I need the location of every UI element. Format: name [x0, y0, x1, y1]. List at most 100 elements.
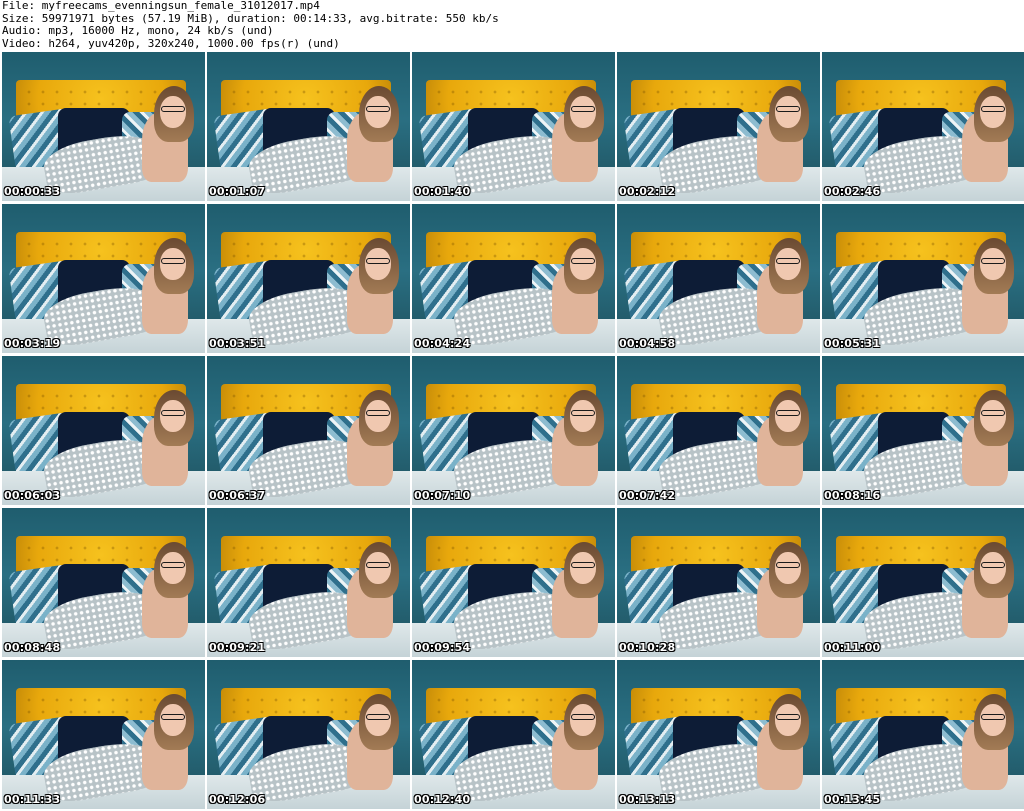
video-thumbnail: 00:06:03 [2, 356, 205, 505]
thumbnail-face [980, 96, 1006, 128]
video-thumbnail: 00:10:28 [617, 508, 820, 657]
video-thumbnail: 00:05:31 [822, 204, 1024, 353]
thumbnail-timestamp: 00:12:40 [414, 793, 471, 806]
video-thumbnail: 00:03:51 [207, 204, 410, 353]
thumbnail-glasses [161, 106, 185, 112]
thumbnail-face [980, 400, 1006, 432]
thumbnail-glasses [571, 258, 595, 264]
thumbnail-timestamp: 00:06:37 [209, 489, 266, 502]
thumbnail-face [365, 704, 391, 736]
thumbnail-timestamp: 00:13:45 [824, 793, 881, 806]
thumbnail-face [775, 704, 801, 736]
thumbnail-timestamp: 00:07:10 [414, 489, 471, 502]
video-thumbnail: 00:04:58 [617, 204, 820, 353]
thumbnail-grid: 00:00:33 00:01:07 00:01:40 00:02:12 00:02:46… [0, 52, 1024, 809]
thumbnail-glasses [776, 714, 800, 720]
thumbnail-glasses [981, 714, 1005, 720]
thumbnail-timestamp: 00:11:33 [4, 793, 61, 806]
thumbnail-glasses [161, 410, 185, 416]
thumbnail-glasses [366, 410, 390, 416]
thumbnail-glasses [366, 258, 390, 264]
thumbnail-glasses [981, 410, 1005, 416]
thumbnail-glasses [776, 562, 800, 568]
thumbnail-glasses [981, 106, 1005, 112]
thumbnail-face [160, 552, 186, 584]
thumbnail-timestamp: 00:00:33 [4, 185, 61, 198]
video-thumbnail: 00:04:24 [412, 204, 615, 353]
video-thumbnail: 00:01:07 [207, 52, 410, 201]
thumbnail-timestamp: 00:02:46 [824, 185, 881, 198]
thumbnail-timestamp: 00:05:31 [824, 337, 881, 350]
thumbnail-face [775, 96, 801, 128]
thumbnail-face [365, 96, 391, 128]
video-thumbnail: 00:00:33 [2, 52, 205, 201]
thumbnail-timestamp: 00:03:19 [4, 337, 61, 350]
thumbnail-glasses [161, 562, 185, 568]
thumbnail-timestamp: 00:13:13 [619, 793, 676, 806]
video-thumbnail: 00:09:21 [207, 508, 410, 657]
video-thumbnail: 00:12:40 [412, 660, 615, 809]
thumbnail-face [160, 248, 186, 280]
thumbnail-timestamp: 00:03:51 [209, 337, 266, 350]
thumbnail-face [570, 552, 596, 584]
thumbnail-glasses [776, 410, 800, 416]
video-thumbnail: 00:02:12 [617, 52, 820, 201]
audio-info-line: Audio: mp3, 16000 Hz, mono, 24 kb/s (und… [2, 24, 274, 37]
video-info-line: Video: h264, yuv420p, 320x240, 1000.00 f… [2, 36, 340, 50]
thumbnail-glasses [571, 714, 595, 720]
thumbnail-face [980, 704, 1006, 736]
thumbnail-face [365, 248, 391, 280]
thumbnail-face [160, 400, 186, 432]
thumbnail-face [365, 400, 391, 432]
thumbnail-face [980, 552, 1006, 584]
thumbnail-timestamp: 00:04:58 [619, 337, 676, 350]
thumbnail-timestamp: 00:07:42 [619, 489, 676, 502]
thumbnail-glasses [366, 562, 390, 568]
thumbnail-face [570, 248, 596, 280]
thumbnail-timestamp: 00:01:07 [209, 185, 266, 198]
thumbnail-glasses [981, 258, 1005, 264]
thumbnail-timestamp: 00:09:54 [414, 641, 471, 654]
thumbnail-face [775, 400, 801, 432]
thumbnail-face [570, 96, 596, 128]
thumbnail-timestamp: 00:12:06 [209, 793, 266, 806]
video-thumbnail: 00:12:06 [207, 660, 410, 809]
thumbnail-glasses [571, 106, 595, 112]
thumbnail-face [775, 552, 801, 584]
thumbnail-timestamp: 00:01:40 [414, 185, 471, 198]
thumbnail-glasses [981, 562, 1005, 568]
thumbnail-face [570, 704, 596, 736]
thumbnail-glasses [366, 714, 390, 720]
thumbnail-glasses [776, 106, 800, 112]
thumbnail-glasses [161, 258, 185, 264]
thumbnail-glasses [161, 714, 185, 720]
thumbnail-glasses [571, 410, 595, 416]
thumbnail-timestamp: 00:08:48 [4, 641, 61, 654]
thumbnail-glasses [571, 562, 595, 568]
thumbnail-face [980, 248, 1006, 280]
video-thumbnail: 00:07:10 [412, 356, 615, 505]
thumbnail-glasses [776, 258, 800, 264]
video-thumbnail: 00:13:13 [617, 660, 820, 809]
thumbnail-timestamp: 00:09:21 [209, 641, 266, 654]
thumbnail-timestamp: 00:06:03 [4, 489, 61, 502]
thumbnail-timestamp: 00:02:12 [619, 185, 676, 198]
video-thumbnail: 00:13:45 [822, 660, 1024, 809]
video-thumbnail: 00:11:33 [2, 660, 205, 809]
video-thumbnail: 00:09:54 [412, 508, 615, 657]
thumbnail-timestamp: 00:11:00 [824, 641, 881, 654]
thumbnail-glasses [366, 106, 390, 112]
video-thumbnail: 00:11:00 [822, 508, 1024, 657]
video-thumbnail: 00:08:16 [822, 356, 1024, 505]
video-thumbnail: 00:08:48 [2, 508, 205, 657]
file-info-header: File: myfreecams_evenningsun_female_3101… [0, 0, 1024, 50]
thumbnail-face [160, 96, 186, 128]
video-thumbnail: 00:06:37 [207, 356, 410, 505]
video-thumbnail: 00:01:40 [412, 52, 615, 201]
thumbnail-face [570, 400, 596, 432]
video-thumbnail: 00:07:42 [617, 356, 820, 505]
thumbnail-face [365, 552, 391, 584]
video-thumbnail: 00:03:19 [2, 204, 205, 353]
thumbnail-timestamp: 00:08:16 [824, 489, 881, 502]
video-thumbnail: 00:02:46 [822, 52, 1024, 201]
